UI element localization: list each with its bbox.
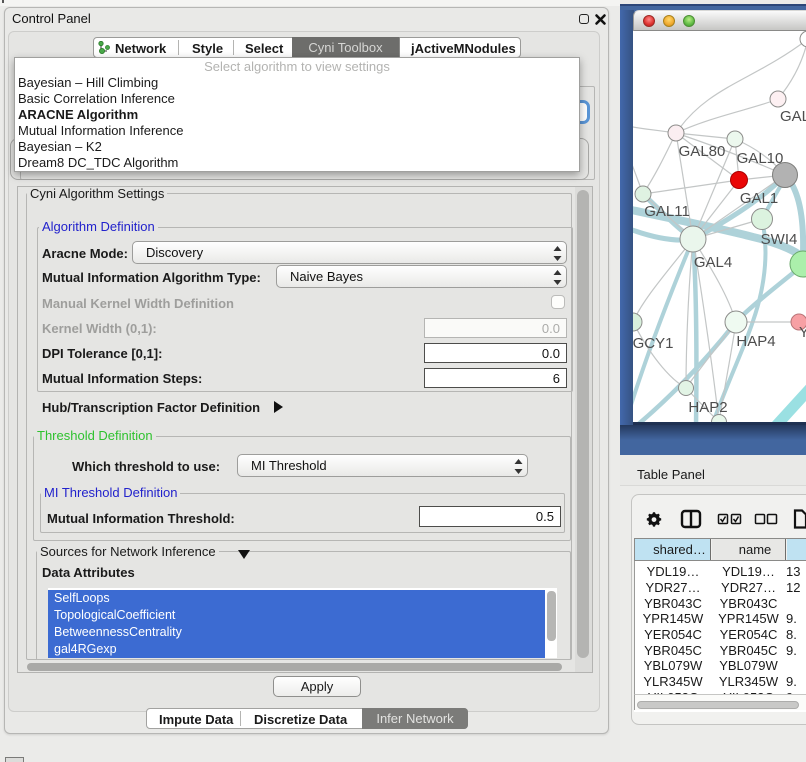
svg-text:GAL11: GAL11: [644, 203, 690, 220]
svg-text:GAL: GAL: [780, 108, 806, 125]
svg-text:GAL1: GAL1: [740, 190, 778, 207]
svg-text:HAP4: HAP4: [736, 333, 775, 350]
svg-text:GAL10: GAL10: [737, 150, 784, 167]
svg-text:GAL80: GAL80: [679, 143, 726, 160]
svg-text:HAP2: HAP2: [688, 399, 727, 416]
svg-text:GAL4: GAL4: [694, 254, 732, 271]
svg-text:SWI4: SWI4: [761, 231, 798, 248]
svg-text:GCY1: GCY1: [633, 335, 673, 352]
svg-text:Y: Y: [799, 324, 806, 341]
